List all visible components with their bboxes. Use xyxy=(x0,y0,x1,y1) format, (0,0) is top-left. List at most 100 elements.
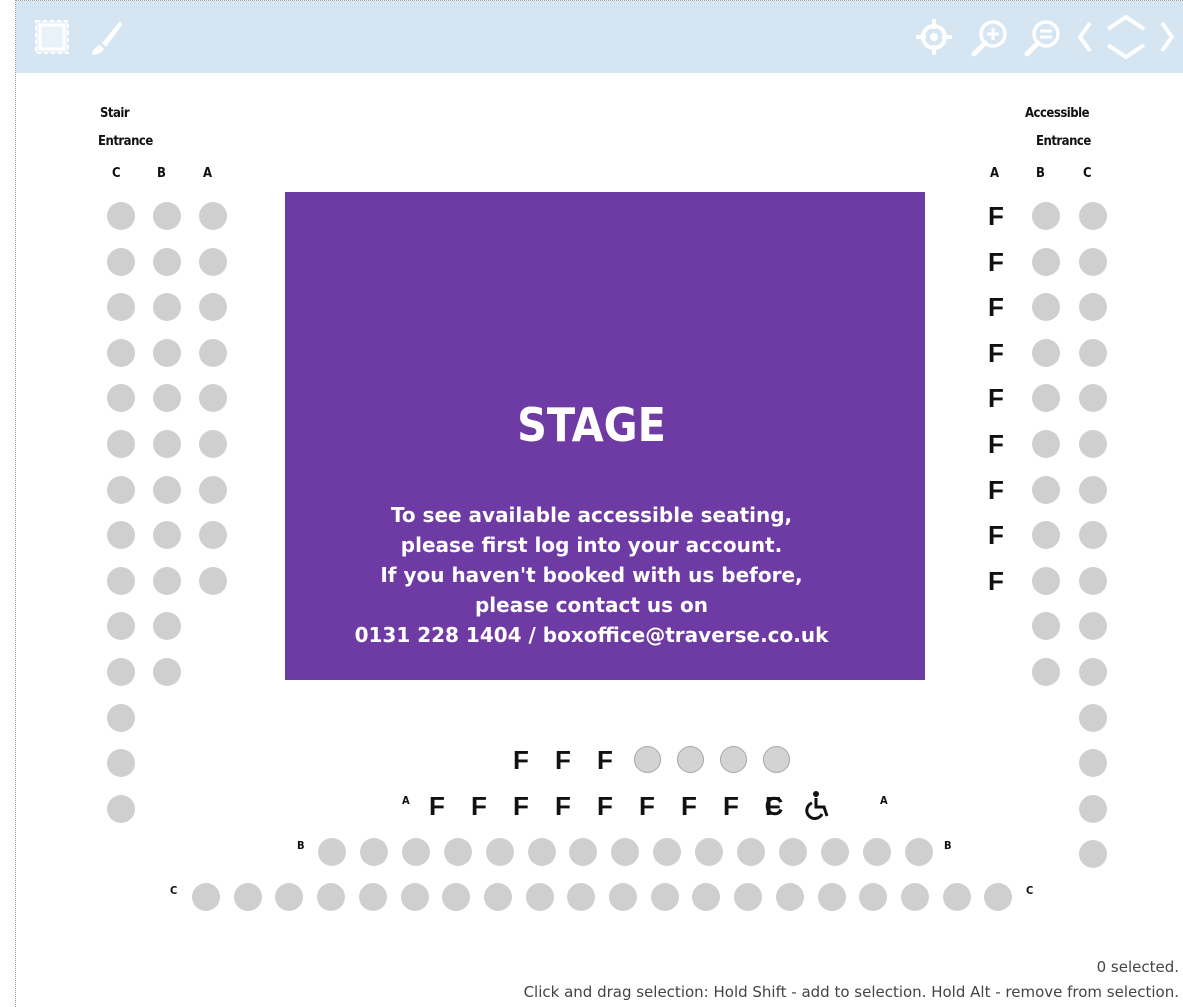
seat-row-c[interactable] xyxy=(442,883,471,911)
seat-row-c[interactable] xyxy=(400,883,429,911)
seat-row-a-reserved[interactable]: F xyxy=(466,792,492,820)
seat-left-c[interactable] xyxy=(107,475,135,504)
seat-right-c[interactable] xyxy=(1079,475,1107,504)
seat-right-a-reserved[interactable]: F xyxy=(983,202,1009,230)
seat-right-b[interactable] xyxy=(1032,247,1060,276)
seat-right-c[interactable] xyxy=(1079,202,1107,230)
seat-row-b[interactable] xyxy=(359,838,388,866)
seat-row-b[interactable] xyxy=(737,838,765,866)
seat-right-c[interactable] xyxy=(1079,338,1107,367)
seat-row-c[interactable] xyxy=(775,883,804,911)
seat-right-a-reserved[interactable]: F xyxy=(983,384,1009,412)
seat-left-a[interactable] xyxy=(199,202,227,230)
seat-left-b[interactable] xyxy=(153,566,181,595)
seat-row-b[interactable] xyxy=(443,838,472,866)
wheelchair-icon[interactable] xyxy=(804,790,832,820)
seat-front[interactable] xyxy=(677,746,704,773)
seat-row-b[interactable] xyxy=(695,838,724,866)
seat-front[interactable] xyxy=(763,746,790,773)
seat-row-b[interactable] xyxy=(653,838,682,866)
seat-right-b[interactable] xyxy=(1032,658,1060,686)
seat-left-b[interactable] xyxy=(153,430,181,458)
seat-row-b[interactable] xyxy=(862,838,891,866)
pan-arrows-icon[interactable] xyxy=(1076,15,1176,59)
seat-row-c[interactable] xyxy=(358,883,387,911)
seat-right-c[interactable] xyxy=(1079,749,1107,778)
seat-left-c[interactable] xyxy=(107,521,135,550)
seat-row-a-reserved[interactable]: F xyxy=(508,792,534,820)
seat-right-a-reserved[interactable]: F xyxy=(983,430,1009,458)
seat-right-b[interactable] xyxy=(1032,202,1060,230)
seat-row-c[interactable] xyxy=(483,883,512,911)
seat-right-b[interactable] xyxy=(1032,521,1060,550)
seat-right-c[interactable] xyxy=(1079,293,1107,322)
seat-left-a[interactable] xyxy=(199,293,227,322)
seat-left-a[interactable] xyxy=(199,430,227,458)
seat-front[interactable] xyxy=(634,746,661,773)
seat-row-c[interactable] xyxy=(650,883,679,911)
seat-row-a-reserved[interactable]: F xyxy=(676,792,702,820)
zoom-in-icon[interactable] xyxy=(968,15,1012,59)
seat-right-c[interactable] xyxy=(1079,794,1107,823)
seat-right-b[interactable] xyxy=(1032,430,1060,458)
seat-front[interactable] xyxy=(720,746,747,773)
seat-left-a[interactable] xyxy=(199,247,227,276)
seat-right-a-reserved[interactable]: F xyxy=(983,248,1009,276)
seat-front-reserved[interactable]: F xyxy=(550,746,576,774)
seat-left-b[interactable] xyxy=(153,293,181,322)
seat-right-a-reserved[interactable]: F xyxy=(983,567,1009,595)
seat-right-c[interactable] xyxy=(1079,521,1107,550)
seat-right-a-reserved[interactable]: F xyxy=(983,339,1009,367)
seat-left-c[interactable] xyxy=(107,338,135,367)
seat-left-a[interactable] xyxy=(199,566,227,595)
seat-row-b[interactable] xyxy=(820,838,849,866)
seat-left-a[interactable] xyxy=(199,338,227,367)
seat-left-c[interactable] xyxy=(107,293,135,322)
seat-row-c[interactable] xyxy=(317,883,346,911)
seat-right-c[interactable] xyxy=(1079,566,1107,595)
seat-left-b[interactable] xyxy=(153,475,181,504)
seat-right-c[interactable] xyxy=(1079,430,1107,458)
seat-row-a-reserved[interactable]: F xyxy=(550,792,576,820)
seat-left-c[interactable] xyxy=(107,430,135,458)
seat-left-b[interactable] xyxy=(153,521,181,550)
seat-row-a-reserved[interactable]: F xyxy=(634,792,660,820)
seat-row-b[interactable] xyxy=(778,838,807,866)
zoom-out-icon[interactable] xyxy=(1021,15,1065,59)
seat-front-reserved[interactable]: F xyxy=(592,746,618,774)
seat-left-c[interactable] xyxy=(107,202,135,230)
seat-row-a-companion[interactable]: C xyxy=(761,792,787,820)
seat-row-c[interactable] xyxy=(525,883,554,911)
seat-right-b[interactable] xyxy=(1032,566,1060,595)
seat-right-c[interactable] xyxy=(1079,658,1107,686)
seat-row-a-reserved[interactable]: F xyxy=(718,792,744,820)
seat-row-c[interactable] xyxy=(900,883,929,911)
seat-right-b[interactable] xyxy=(1032,475,1060,504)
seat-right-a-reserved[interactable]: F xyxy=(983,476,1009,504)
seat-left-a[interactable] xyxy=(199,475,227,504)
recenter-icon[interactable] xyxy=(912,15,956,59)
selection-tool-icon[interactable] xyxy=(30,15,74,59)
seat-row-c[interactable] xyxy=(942,883,971,911)
seat-left-b[interactable] xyxy=(153,247,181,276)
seat-left-b[interactable] xyxy=(153,658,181,686)
seat-left-c[interactable] xyxy=(107,794,135,823)
seat-row-c[interactable] xyxy=(609,883,637,911)
seat-row-b[interactable] xyxy=(318,838,346,866)
seat-left-b[interactable] xyxy=(153,202,181,230)
seat-right-c[interactable] xyxy=(1079,703,1107,732)
seat-row-c[interactable] xyxy=(192,883,220,911)
seat-right-a-reserved[interactable]: F xyxy=(983,521,1009,549)
seat-row-b[interactable] xyxy=(485,838,514,866)
seat-left-c[interactable] xyxy=(107,658,135,686)
seat-row-b[interactable] xyxy=(401,838,430,866)
seat-row-c[interactable] xyxy=(817,883,846,911)
seat-left-c[interactable] xyxy=(107,749,135,778)
seat-left-c[interactable] xyxy=(107,566,135,595)
seat-row-c[interactable] xyxy=(734,883,763,911)
seat-right-a-reserved[interactable]: F xyxy=(983,293,1009,321)
seat-row-a-reserved[interactable]: F xyxy=(592,792,618,820)
seat-row-b[interactable] xyxy=(904,838,933,866)
seat-right-b[interactable] xyxy=(1032,338,1060,367)
seat-row-a-reserved[interactable]: F xyxy=(424,792,450,820)
